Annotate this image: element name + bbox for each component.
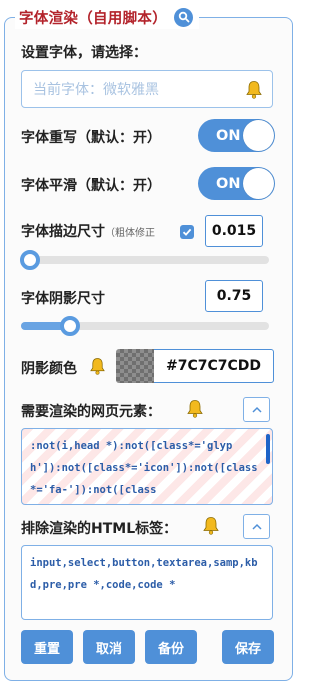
font-smooth-toggle[interactable]: ON — [198, 167, 275, 200]
stroke-size-label-text: 字体描边尺寸 — [21, 224, 105, 240]
bell-icon — [203, 517, 219, 535]
shadow-size-label: 字体阴影尺寸 — [21, 291, 105, 307]
font-select-placeholder: 当前字体：微软雅黑 — [33, 82, 159, 98]
bold-fix-checkbox[interactable] — [180, 225, 194, 239]
shadow-color-label: 阴影颜色 — [21, 361, 77, 377]
shadow-size-input[interactable]: 0.75 — [205, 280, 263, 312]
chevron-up-icon — [251, 406, 262, 413]
stroke-size-input[interactable]: 0.015 — [205, 215, 263, 247]
shadow-color-swatch[interactable] — [116, 349, 154, 383]
exclude-tags-text: input,select,button,textarea,samp,kbd,pr… — [30, 557, 258, 591]
exclude-tags-collapse-button[interactable] — [243, 514, 270, 539]
font-smooth-label: 字体平滑（默认：开） — [21, 178, 161, 194]
backup-button[interactable]: 备份 — [145, 630, 197, 664]
render-elements-collapse-button[interactable] — [243, 397, 270, 422]
stroke-size-label: 字体描边尺寸（粗体修正 — [21, 221, 155, 241]
render-elements-label: 需要渲染的网页元素： — [21, 404, 161, 420]
render-elements-textarea[interactable]: :not(i,head *):not([class*='glyph']):not… — [21, 428, 273, 505]
check-icon — [182, 228, 192, 236]
font-rewrite-label: 字体重写（默认：开） — [21, 130, 161, 146]
bell-icon — [246, 81, 262, 99]
toggle-knob — [243, 120, 274, 151]
font-select-label: 设置字体，请选择： — [21, 45, 147, 61]
shadow-color-input[interactable]: #7C7C7CDD — [154, 349, 274, 383]
shadow-size-slider-thumb[interactable] — [60, 316, 80, 336]
panel-header: 字体渲染（自用脚本） — [15, 5, 199, 29]
stroke-size-slider-thumb[interactable] — [20, 250, 40, 270]
search-icon[interactable] — [174, 7, 193, 27]
render-elements-scrollbar[interactable] — [266, 434, 270, 464]
cancel-button[interactable]: 取消 — [83, 630, 135, 664]
font-select-input[interactable]: 当前字体：微软雅黑 — [21, 70, 273, 108]
chevron-up-icon — [251, 523, 262, 530]
save-button[interactable]: 保存 — [222, 630, 274, 664]
render-elements-text: :not(i,head *):not([class*='glyph']):not… — [30, 440, 258, 496]
exclude-tags-label: 排除渲染的HTML标签： — [21, 521, 178, 537]
toggle-knob — [243, 168, 274, 199]
stroke-size-slider-track[interactable] — [21, 256, 269, 264]
font-smooth-toggle-text: ON — [216, 175, 241, 192]
exclude-tags-textarea[interactable]: input,select,button,textarea,samp,kbd,pr… — [21, 545, 273, 620]
bell-icon — [90, 358, 105, 375]
font-rewrite-toggle-text: ON — [216, 127, 241, 144]
bell-icon — [187, 400, 203, 418]
panel-title: 字体渲染（自用脚本） — [19, 10, 167, 27]
font-rewrite-toggle[interactable]: ON — [198, 119, 275, 152]
bold-fix-label: （粗体修正 — [105, 228, 155, 239]
reset-button[interactable]: 重置 — [21, 630, 73, 664]
